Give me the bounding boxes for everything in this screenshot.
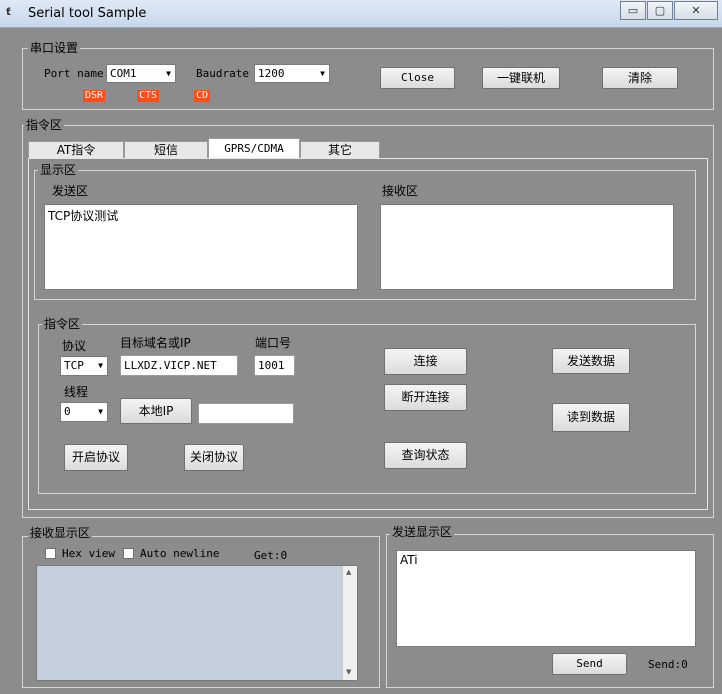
port-number-label: 端口号 (255, 336, 292, 350)
read-data-button[interactable]: 读到数据 (552, 403, 630, 432)
hex-view-label: Hex view (62, 547, 115, 560)
thread-value: 0 (64, 405, 71, 418)
send-display-textbox[interactable]: ATi (396, 550, 696, 647)
port-number-value: 1001 (258, 359, 285, 372)
baudrate-select[interactable]: 1200 ▼ (254, 64, 330, 83)
inner-command-label: 指令区 (42, 317, 83, 331)
close-icon: ✕ (691, 4, 701, 17)
chevron-down-icon: ▼ (98, 407, 103, 416)
clear-button[interactable]: 清除 (602, 67, 678, 89)
scroll-down-icon[interactable]: ▼ (346, 668, 351, 676)
tab-sms[interactable]: 短信 (124, 141, 208, 158)
open-protocol-button[interactable]: 开启协议 (64, 444, 128, 471)
scroll-up-icon[interactable]: ▲ (346, 568, 351, 576)
baudrate-label: Baudrate (196, 67, 249, 80)
host-value: LLXDZ.VICP.NET (124, 359, 217, 372)
receive-scrollbar[interactable]: ▲ ▼ (342, 566, 357, 680)
title-bar: ƭ Serial tool Sample ▭ ▢ ✕ (0, 0, 722, 28)
connect-button[interactable]: 连接 (384, 348, 467, 375)
port-name-label: Port name (44, 67, 104, 80)
app-icon: ƭ (6, 7, 11, 18)
minimize-button[interactable]: ▭ (620, 1, 646, 20)
tab-gprs-cdma[interactable]: GPRS/CDMA (208, 138, 300, 158)
send-button[interactable]: Send (552, 653, 627, 675)
receive-area-label: 接收区 (382, 184, 419, 198)
hex-view-checkbox[interactable] (45, 548, 56, 559)
send-data-button[interactable]: 发送数据 (552, 348, 630, 374)
local-ip-button[interactable]: 本地IP (120, 398, 192, 424)
serial-settings-label: 串口设置 (28, 41, 81, 55)
send-area-label: 发送区 (52, 184, 89, 198)
chevron-down-icon: ▼ (320, 69, 325, 78)
window-title: Serial tool Sample (28, 6, 147, 21)
send-display-text: ATi (400, 553, 418, 567)
receive-display-label: 接收显示区 (28, 526, 93, 540)
auto-newline-checkbox[interactable] (123, 548, 134, 559)
minimize-icon: ▭ (627, 4, 639, 17)
chevron-down-icon: ▼ (98, 361, 103, 370)
close-window-button[interactable]: ✕ (674, 1, 718, 20)
command-area-label: 指令区 (24, 118, 65, 132)
host-label: 目标域名或IP (120, 336, 191, 350)
display-area-label: 显示区 (38, 163, 79, 177)
baudrate-value: 1200 (258, 67, 285, 80)
chevron-down-icon: ▼ (166, 69, 171, 78)
tab-at-command[interactable]: AT指令 (28, 141, 124, 158)
port-name-select[interactable]: COM1 ▼ (106, 64, 176, 83)
query-status-button[interactable]: 查询状态 (384, 442, 467, 469)
host-input[interactable]: LLXDZ.VICP.NET (120, 355, 238, 376)
send-count: Send:0 (648, 658, 688, 671)
thread-label: 线程 (64, 385, 89, 399)
tab-other[interactable]: 其它 (300, 141, 380, 158)
protocol-select[interactable]: TCP ▼ (60, 356, 108, 376)
cd-indicator: CD (194, 90, 211, 102)
send-display-label: 发送显示区 (390, 525, 455, 539)
port-name-value: COM1 (110, 67, 137, 80)
close-protocol-button[interactable]: 关闭协议 (184, 444, 244, 471)
cts-indicator: CTS (137, 90, 160, 102)
port-number-input[interactable]: 1001 (254, 355, 295, 376)
receive-display-textbox[interactable] (36, 565, 358, 681)
restore-button[interactable]: ▢ (647, 1, 673, 20)
one-key-connect-button[interactable]: 一键联机 (482, 67, 560, 89)
protocol-label: 协议 (62, 339, 87, 353)
send-area-text: TCP协议测试 (48, 209, 119, 223)
get-count: Get:0 (254, 549, 288, 562)
protocol-value: TCP (64, 359, 84, 372)
close-port-button[interactable]: Close (380, 67, 455, 89)
local-ip-input[interactable] (198, 403, 294, 424)
dsr-indicator: DSR (83, 90, 106, 102)
restore-icon: ▢ (654, 4, 666, 17)
thread-select[interactable]: 0 ▼ (60, 402, 108, 422)
auto-newline-label: Auto newline (140, 547, 220, 560)
send-area-textbox[interactable]: TCP协议测试 (44, 204, 358, 290)
disconnect-button[interactable]: 断开连接 (384, 384, 467, 411)
receive-area-textbox[interactable] (380, 204, 674, 290)
